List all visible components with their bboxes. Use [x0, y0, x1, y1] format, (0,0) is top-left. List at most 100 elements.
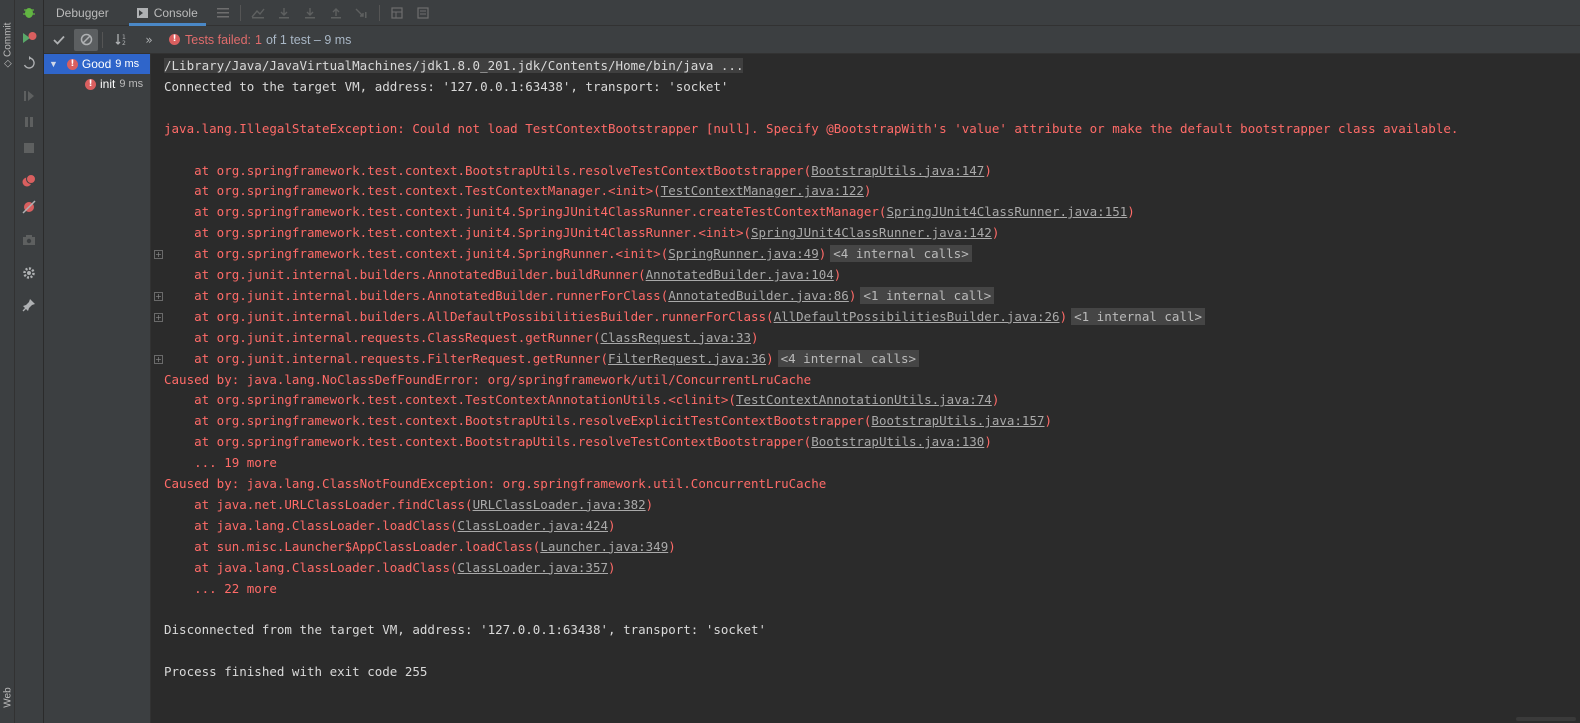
rerun-failed-icon[interactable]: [21, 55, 37, 71]
console-line: ... 22 more: [164, 578, 277, 599]
menu-lines-icon[interactable]: [210, 0, 236, 25]
console-line: at org.junit.internal.builders.Annotated…: [164, 264, 841, 285]
console-text: at org.springframework.test.context.Boot…: [164, 434, 812, 450]
show-execution-point-icon[interactable]: [245, 0, 271, 25]
source-link[interactable]: AllDefaultPossibilitiesBuilder.java:26: [774, 309, 1060, 324]
show-ignored-toggle[interactable]: [74, 28, 98, 51]
show-passed-toggle[interactable]: [47, 29, 71, 51]
console-line: java.lang.IllegalStateException: Could n…: [164, 118, 1458, 139]
console-text: ): [863, 183, 872, 199]
tree-item-name: Good: [81, 57, 112, 71]
console-text: java.lang.IllegalStateException: Could n…: [164, 120, 1459, 136]
console-text: Caused by: java.lang.NoClassDefFoundErro…: [164, 371, 812, 387]
console-text: at org.junit.internal.builders.Annotated…: [164, 267, 646, 282]
source-link[interactable]: FilterRequest.java:36: [608, 351, 766, 366]
tab-debugger[interactable]: Debugger: [44, 0, 121, 25]
source-link[interactable]: BootstrapUtils.java:157: [871, 413, 1044, 428]
console-line: at sun.misc.Launcher$AppClassLoader.load…: [164, 536, 676, 557]
internal-calls-fold[interactable]: <1 internal call>: [860, 286, 995, 304]
error-icon: !: [66, 58, 78, 70]
camera-icon[interactable]: [21, 232, 37, 248]
console-text: ): [1059, 308, 1068, 324]
console-text: ): [1127, 204, 1135, 220]
console-line: Connected to the target VM, address: '12…: [164, 76, 728, 97]
expand-fold-icon[interactable]: +: [154, 250, 163, 260]
console-text: Connected to the target VM, address: '12…: [164, 78, 729, 94]
source-link[interactable]: Launcher.java:349: [540, 539, 668, 554]
expand-fold-icon[interactable]: +: [154, 291, 163, 301]
rerun-icon[interactable]: [21, 30, 37, 46]
console-text: ): [1044, 413, 1053, 429]
source-link[interactable]: SpringRunner.java:49: [668, 246, 819, 261]
console-line: at java.lang.ClassLoader.loadClass(Class…: [164, 515, 615, 536]
console-text: ... 22 more: [164, 580, 277, 596]
console-line: at org.springframework.test.context.juni…: [164, 243, 972, 264]
source-link[interactable]: TestContextAnnotationUtils.java:74: [736, 392, 992, 407]
sort-alphabetically-button[interactable]: 12: [110, 29, 134, 51]
horizontal-scrollbar[interactable]: [1516, 717, 1576, 721]
commit-label: Commit: [2, 22, 14, 58]
source-link[interactable]: AnnotatedBuilder.java:104: [646, 267, 834, 282]
console-text: ): [645, 496, 654, 512]
more-actions-chevron[interactable]: »: [137, 29, 161, 51]
source-link[interactable]: SpringJUnit4ClassRunner.java:142: [751, 225, 992, 240]
tree-item-time: 9 ms: [115, 58, 140, 70]
console-text: at org.junit.internal.requests.ClassRequ…: [164, 329, 601, 345]
bug-icon[interactable]: [21, 4, 37, 20]
console-line: at org.springframework.test.context.juni…: [164, 222, 999, 243]
step-out-icon[interactable]: [323, 0, 349, 25]
console-text: at java.lang.ClassLoader.loadClass(: [164, 559, 458, 575]
console-line: at org.springframework.test.context.juni…: [164, 201, 1135, 222]
internal-calls-fold[interactable]: <4 internal calls>: [830, 245, 972, 263]
console-text: ): [991, 392, 1000, 408]
source-link[interactable]: URLClassLoader.java:382: [473, 497, 646, 512]
console-text: at org.springframework.test.context.Test…: [164, 183, 661, 199]
view-breakpoints-icon[interactable]: [21, 173, 37, 189]
tree-item-good[interactable]: ▼ ! Good 9 ms: [44, 54, 150, 74]
step-over-icon[interactable]: [271, 0, 297, 25]
error-icon: !: [169, 34, 180, 45]
source-link[interactable]: TestContextManager.java:122: [661, 183, 864, 198]
resume-icon[interactable]: [21, 88, 37, 104]
expand-fold-icon[interactable]: +: [154, 312, 163, 322]
expand-triangle-icon[interactable]: ▼: [49, 59, 58, 69]
pause-icon[interactable]: [21, 114, 37, 130]
stop-icon[interactable]: [21, 140, 37, 156]
error-icon: !: [85, 78, 96, 90]
trace-icon[interactable]: [410, 0, 436, 25]
console-text: ): [608, 559, 616, 575]
console-text: at org.springframework.test.context.Test…: [164, 392, 736, 408]
console-text: ): [818, 246, 827, 262]
console-text: ): [766, 350, 774, 366]
expand-fold-icon[interactable]: +: [154, 354, 163, 364]
internal-calls-fold[interactable]: <4 internal calls>: [777, 349, 920, 367]
run-to-cursor-icon[interactable]: [349, 0, 375, 25]
source-link[interactable]: BootstrapUtils.java:147: [811, 163, 984, 178]
internal-calls-fold[interactable]: <1 internal call>: [1071, 307, 1206, 325]
source-link[interactable]: ClassRequest.java:33: [601, 330, 752, 345]
source-link[interactable]: BootstrapUtils.java:130: [811, 434, 984, 449]
settings-gear-icon[interactable]: [21, 265, 37, 281]
source-link[interactable]: AnnotatedBuilder.java:86: [668, 288, 849, 303]
evaluate-expression-icon[interactable]: [384, 0, 410, 25]
console-line: ... 19 more: [164, 452, 277, 473]
source-link[interactable]: SpringJUnit4ClassRunner.java:151: [886, 204, 1127, 219]
source-link[interactable]: ClassLoader.java:357: [458, 560, 609, 575]
commit-tool-tab[interactable]: ◇ Commit: [2, 22, 14, 68]
sort-icon: 12: [115, 34, 126, 46]
web-tool-tab[interactable]: Web: [3, 676, 14, 720]
console-icon: [136, 7, 148, 18]
step-into-icon[interactable]: [297, 0, 323, 25]
console-text: Disconnected from the target VM, address…: [164, 622, 767, 638]
console-text: at org.junit.internal.requests.FilterReq…: [164, 350, 609, 366]
console-text: at org.springframework.test.context.juni…: [164, 204, 887, 220]
console-output[interactable]: /Library/Java/JavaVirtualMachines/jdk1.8…: [151, 54, 1580, 723]
tree-item-init[interactable]: ! init 9 ms: [44, 74, 150, 94]
pin-icon[interactable]: [21, 297, 37, 313]
console-text: ): [984, 434, 992, 450]
mute-breakpoints-icon[interactable]: [21, 199, 37, 215]
checkmark-icon: [53, 35, 65, 45]
source-link[interactable]: ClassLoader.java:424: [458, 518, 609, 533]
tab-console[interactable]: Console: [125, 0, 210, 26]
console-text: at java.lang.ClassLoader.loadClass(: [164, 517, 458, 533]
